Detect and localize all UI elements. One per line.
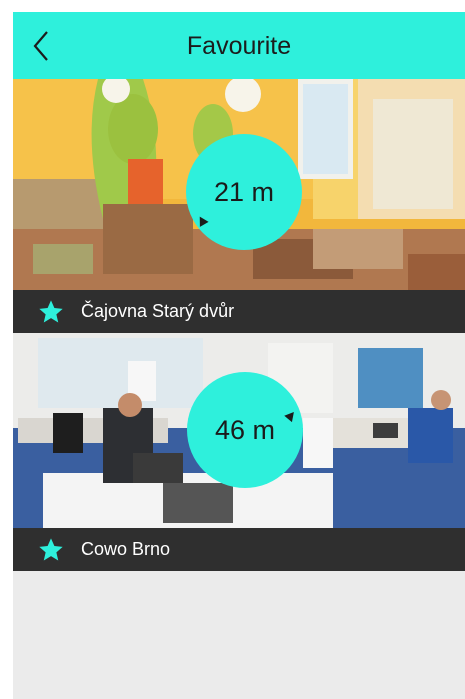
favourites-screen: Favourite 21 m Čajovna Starý dvůr 46 m C… — [13, 12, 465, 699]
place-caption: Čajovna Starý dvůr — [13, 290, 465, 333]
page-title: Favourite — [186, 32, 292, 60]
place-name: Cowo Brno — [81, 539, 171, 559]
top-bar: Favourite — [13, 12, 465, 79]
favourite-card-cajovna[interactable]: 21 m Čajovna Starý dvůr — [13, 79, 465, 333]
place-name: Čajovna Starý dvůr — [81, 301, 235, 321]
distance-label: 21 m — [213, 176, 275, 207]
favourite-card-cowo[interactable]: 46 m Cowo Brno — [13, 333, 465, 571]
star-icon[interactable] — [37, 298, 65, 326]
place-caption: Cowo Brno — [13, 528, 465, 571]
distance-bubble: 21 m — [186, 134, 302, 250]
distance-bubble: 46 m — [187, 372, 303, 488]
distance-label: 46 m — [214, 414, 276, 445]
star-icon[interactable] — [37, 536, 65, 564]
